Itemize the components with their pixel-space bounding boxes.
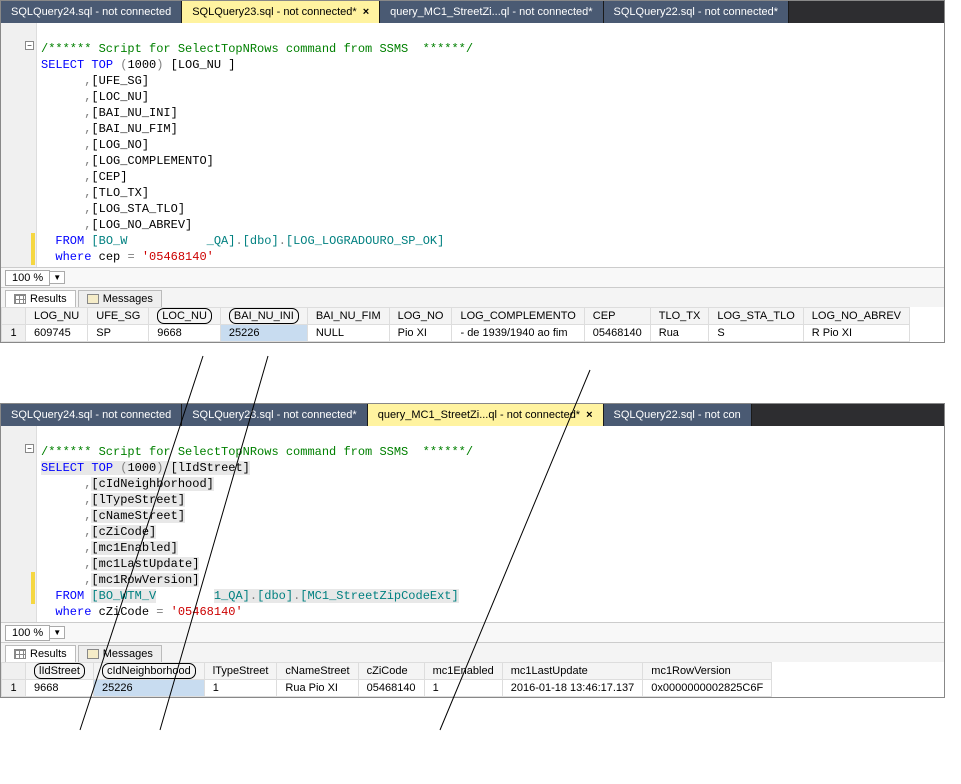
col-log-no[interactable]: LOG_NO — [389, 308, 452, 325]
sql-code[interactable]: /****** Script for SelectTopNRows comman… — [37, 426, 473, 622]
col-cnamestreet[interactable]: cNameStreet — [277, 663, 358, 680]
col-log-complemento[interactable]: LOG_COMPLEMENTO — [452, 308, 584, 325]
table-row[interactable]: 1 609745 SP 9668 25226 NULL Pio XI - de … — [2, 325, 910, 342]
tab-sqlquery24[interactable]: SQLQuery24.sql - not connected — [1, 1, 182, 23]
result-tab-bar: Results Messages — [1, 642, 944, 662]
zoom-dropdown-icon[interactable]: ▼ — [50, 271, 65, 284]
col-mc1enabled[interactable]: mc1Enabled — [424, 663, 502, 680]
results-tab[interactable]: Results — [5, 645, 76, 662]
editor-gutter: − — [1, 426, 37, 622]
messages-icon — [87, 294, 99, 304]
zoom-bar: 100 %▼ — [1, 622, 944, 642]
close-icon[interactable]: × — [363, 6, 369, 18]
sql-code[interactable]: /****** Script for SelectTopNRows comman… — [37, 23, 473, 267]
col-ufe-sg[interactable]: UFE_SG — [88, 308, 149, 325]
results-tab[interactable]: Results — [5, 290, 76, 307]
messages-tab[interactable]: Messages — [78, 645, 162, 662]
tab-sqlquery23[interactable]: SQLQuery23.sql - not connected* — [182, 404, 367, 426]
tab-sqlquery24[interactable]: SQLQuery24.sql - not connected — [1, 404, 182, 426]
tab-query-mc1[interactable]: query_MC1_StreetZi...ql - not connected* — [380, 1, 603, 23]
col-tlo-tx[interactable]: TLO_TX — [650, 308, 709, 325]
col-bai-nu-fim[interactable]: BAI_NU_FIM — [307, 308, 389, 325]
table-row[interactable]: 1 9668 25226 1 Rua Pio XI 05468140 1 201… — [2, 680, 772, 697]
grid-icon — [14, 294, 26, 304]
tab-query-mc1[interactable]: query_MC1_StreetZi...ql - not connected*… — [368, 404, 604, 426]
fold-icon[interactable]: − — [25, 41, 34, 50]
ssms-window-1: SQLQuery24.sql - not connected SQLQuery2… — [0, 0, 945, 343]
table-header-row: LOG_NU UFE_SG LOC_NU BAI_NU_INI BAI_NU_F… — [2, 308, 910, 325]
grid-icon — [14, 649, 26, 659]
col-czicode[interactable]: cZiCode — [358, 663, 424, 680]
results-grid[interactable]: lIdStreet cIdNeighborhood lTypeStreet cN… — [1, 662, 944, 697]
editor-gutter: − — [1, 23, 37, 267]
col-loc-nu[interactable]: LOC_NU — [149, 308, 221, 325]
messages-icon — [87, 649, 99, 659]
col-log-sta-tlo[interactable]: LOG_STA_TLO — [709, 308, 803, 325]
messages-tab[interactable]: Messages — [78, 290, 162, 307]
tab-bar: SQLQuery24.sql - not connected SQLQuery2… — [1, 1, 944, 23]
row-number[interactable]: 1 — [2, 680, 26, 697]
col-lidstreet[interactable]: lIdStreet — [26, 663, 94, 680]
close-icon[interactable]: × — [586, 409, 592, 421]
table-header-row: lIdStreet cIdNeighborhood lTypeStreet cN… — [2, 663, 772, 680]
zoom-level[interactable]: 100 % — [5, 270, 50, 286]
zoom-dropdown-icon[interactable]: ▼ — [50, 626, 65, 639]
results-grid[interactable]: LOG_NU UFE_SG LOC_NU BAI_NU_INI BAI_NU_F… — [1, 307, 944, 342]
zoom-level[interactable]: 100 % — [5, 625, 50, 641]
tab-bar: SQLQuery24.sql - not connected SQLQuery2… — [1, 404, 944, 426]
col-log-nu[interactable]: LOG_NU — [26, 308, 88, 325]
col-bai-nu-ini[interactable]: BAI_NU_INI — [220, 308, 307, 325]
zoom-bar: 100 %▼ — [1, 267, 944, 287]
ssms-window-2: SQLQuery24.sql - not connected SQLQuery2… — [0, 403, 945, 698]
col-log-no-abrev[interactable]: LOG_NO_ABREV — [803, 308, 909, 325]
row-number[interactable]: 1 — [2, 325, 26, 342]
result-tab-bar: Results Messages — [1, 287, 944, 307]
tab-sqlquery23[interactable]: SQLQuery23.sql - not connected*× — [182, 1, 380, 23]
code-editor[interactable]: − /****** Script for SelectTopNRows comm… — [1, 426, 944, 622]
tab-sqlquery22[interactable]: SQLQuery22.sql - not connected* — [604, 1, 789, 23]
row-header-blank — [2, 308, 26, 325]
col-cidneighborhood[interactable]: cIdNeighborhood — [93, 663, 204, 680]
col-cep[interactable]: CEP — [584, 308, 650, 325]
row-header-blank — [2, 663, 26, 680]
tab-sqlquery22[interactable]: SQLQuery22.sql - not con — [604, 404, 752, 426]
col-ltypestreet[interactable]: lTypeStreet — [204, 663, 277, 680]
code-editor[interactable]: − /****** Script for SelectTopNRows comm… — [1, 23, 944, 267]
col-mc1lastupdate[interactable]: mc1LastUpdate — [502, 663, 643, 680]
fold-icon[interactable]: − — [25, 444, 34, 453]
col-mc1rowversion[interactable]: mc1RowVersion — [643, 663, 772, 680]
